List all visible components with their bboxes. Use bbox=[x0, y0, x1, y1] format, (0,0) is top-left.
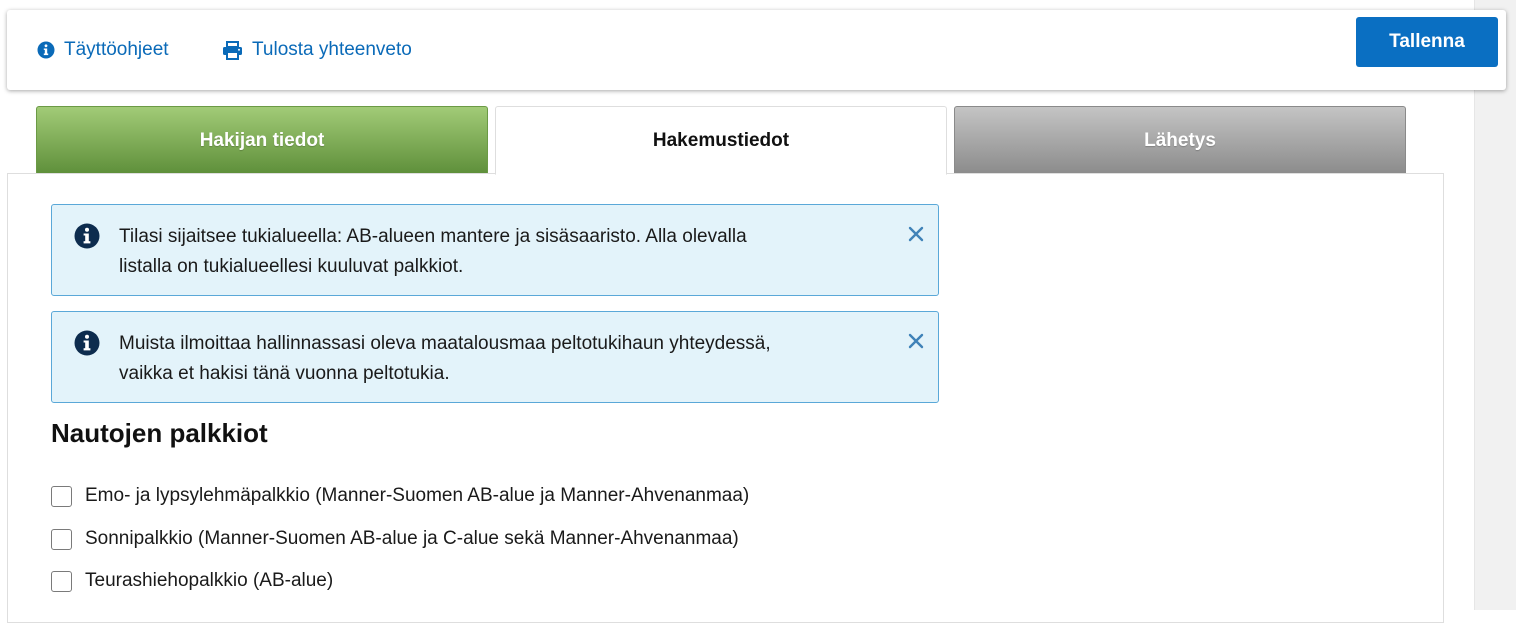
alert-message: Muista ilmoittaa hallinnassasi oleva maa… bbox=[119, 329, 849, 389]
help-link[interactable]: Täyttöohjeet bbox=[37, 10, 169, 90]
checkbox[interactable] bbox=[51, 485, 72, 507]
tab-hakijan-tiedot[interactable]: Hakijan tiedot bbox=[36, 106, 488, 174]
alert-message-line: listalla on tukialueellesi kuuluvat palk… bbox=[119, 256, 464, 277]
checkbox-label: Teurashiehopalkkio (AB-alue) bbox=[85, 570, 334, 591]
checkbox-label: Emo- ja lypsylehmäpalkkio (Manner-Suomen… bbox=[85, 485, 750, 506]
top-toolbar: Täyttöohjeet Tulosta yhteenveto Tallenna bbox=[7, 10, 1506, 90]
option-emo-lypsylehmapalkkio[interactable]: Emo- ja lypsylehmäpalkkio (Manner-Suomen… bbox=[51, 483, 749, 509]
close-icon[interactable] bbox=[907, 332, 925, 350]
save-button[interactable]: Tallenna bbox=[1356, 17, 1498, 67]
alert-message-line: Tilasi sijaitsee tukialueella: AB-alueen… bbox=[119, 226, 747, 247]
tab-label: Hakijan tiedot bbox=[199, 129, 325, 151]
info-circle-icon bbox=[37, 41, 55, 59]
help-link-label: Täyttöohjeet bbox=[64, 39, 169, 60]
section-title: Nautojen palkkiot bbox=[51, 418, 268, 448]
alert-message: Tilasi sijaitsee tukialueella: AB-alueen… bbox=[119, 222, 849, 282]
info-circle-icon bbox=[74, 223, 100, 254]
tab-lahetys[interactable]: Lähetys bbox=[954, 106, 1406, 174]
alert-message-line: Muista ilmoittaa hallinnassasi oleva maa… bbox=[119, 333, 771, 354]
alert-message-line: vaikka et hakisi tänä vuonna peltotukia. bbox=[119, 363, 450, 384]
checkbox-label: Sonnipalkkio (Manner-Suomen AB-alue ja C… bbox=[85, 528, 739, 549]
printer-icon bbox=[222, 40, 243, 60]
info-circle-icon bbox=[74, 330, 100, 361]
tab-label: Hakemustiedot bbox=[652, 129, 790, 151]
info-alert-support-area: Tilasi sijaitsee tukialueella: AB-alueen… bbox=[51, 204, 939, 296]
option-sonnipalkkio[interactable]: Sonnipalkkio (Manner-Suomen AB-alue ja C… bbox=[51, 526, 739, 552]
print-summary-link[interactable]: Tulosta yhteenveto bbox=[222, 10, 412, 90]
option-teurashiehopalkkio[interactable]: Teurashiehopalkkio (AB-alue) bbox=[51, 568, 333, 594]
page-scrollbar[interactable] bbox=[1474, 0, 1516, 610]
close-icon[interactable] bbox=[907, 225, 925, 243]
info-alert-field-reminder: Muista ilmoittaa hallinnassasi oleva maa… bbox=[51, 311, 939, 403]
tab-hakemustiedot[interactable]: Hakemustiedot bbox=[495, 106, 947, 175]
checkbox[interactable] bbox=[51, 528, 72, 550]
tab-label: Lähetys bbox=[1144, 129, 1216, 151]
print-summary-label: Tulosta yhteenveto bbox=[252, 39, 412, 60]
checkbox[interactable] bbox=[51, 570, 72, 592]
